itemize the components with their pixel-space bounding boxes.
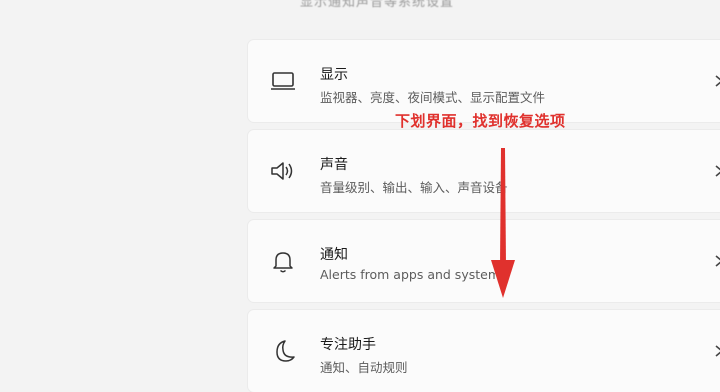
settings-item-subtitle: 音量级别、输出、输入、声音设备 (320, 180, 508, 195)
settings-item-title: 声音 (320, 157, 348, 173)
settings-item-subtitle: 通知、自动规则 (320, 360, 408, 375)
monitor-icon (268, 66, 298, 96)
section-description: 显示通知声音等系统设置 (300, 0, 455, 10)
chevron-right-icon (712, 254, 720, 268)
arrow-down-icon (486, 148, 520, 300)
settings-item-subtitle: 监视器、亮度、夜间模式、显示配置文件 (320, 90, 546, 105)
settings-item-notifications[interactable]: 通知 Alerts from apps and system (248, 220, 720, 302)
chevron-right-icon (712, 74, 720, 88)
settings-item-subtitle: Alerts from apps and system (320, 267, 500, 282)
settings-item-title: 专注助手 (320, 337, 376, 353)
moon-icon (268, 336, 298, 366)
settings-item-title: 通知 (320, 247, 348, 263)
chevron-right-icon (712, 164, 720, 178)
annotation-text: 下划界面，找到恢复选项 (395, 112, 566, 130)
bell-icon (268, 246, 298, 276)
chevron-right-icon (712, 344, 720, 358)
navigation-pane (0, 0, 248, 368)
speaker-icon (268, 156, 298, 186)
settings-item-title: 显示 (320, 67, 348, 83)
settings-item-focus-assist[interactable]: 专注助手 通知、自动规则 (248, 310, 720, 392)
settings-item-sound[interactable]: 声音 音量级别、输出、输入、声音设备 (248, 130, 720, 212)
